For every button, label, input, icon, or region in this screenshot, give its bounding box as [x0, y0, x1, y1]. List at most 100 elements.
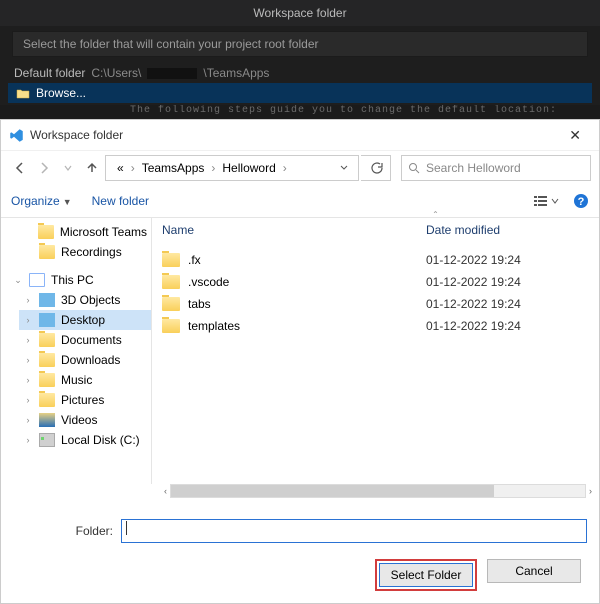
chevron-right-icon: ›	[211, 161, 215, 175]
folder-icon	[162, 275, 180, 289]
sidebar-item-label: 3D Objects	[61, 293, 120, 307]
sidebar-item-recordings[interactable]: Recordings	[19, 242, 151, 262]
folder-icon	[38, 225, 54, 239]
folder-icon	[162, 297, 180, 311]
sidebar-item-label: Recordings	[61, 245, 122, 259]
svg-text:?: ?	[578, 196, 585, 208]
breadcrumb-teamsapps[interactable]: TeamsApps	[139, 160, 208, 176]
search-input[interactable]: Search Helloword	[401, 155, 591, 181]
column-header-name[interactable]: Name	[162, 223, 422, 237]
sidebar-item-localdisk[interactable]: ›Local Disk (C:)	[19, 430, 151, 450]
file-date: 01-12-2022 19:24	[426, 297, 521, 311]
horizontal-scrollbar[interactable]: ‹ ›	[1, 484, 599, 501]
organize-menu[interactable]: Organize▼	[11, 194, 72, 208]
downloads-icon	[39, 353, 55, 367]
vscode-bg-text: The following steps guide you to change …	[0, 105, 600, 119]
folder-name-input[interactable]	[121, 519, 587, 543]
folder-row[interactable]: .fx 01-12-2022 19:24	[152, 249, 599, 271]
sidebar-item-label: Downloads	[61, 353, 120, 367]
videos-icon	[39, 413, 55, 427]
view-options-button[interactable]	[533, 194, 559, 208]
sidebar-item-documents[interactable]: ›Documents	[19, 330, 151, 350]
sidebar-item-thispc[interactable]: ⌄This PC	[9, 270, 151, 290]
folder-row[interactable]: tabs 01-12-2022 19:24	[152, 293, 599, 315]
sidebar-item-downloads[interactable]: ›Downloads	[19, 350, 151, 370]
folder-field-label: Folder:	[13, 524, 113, 538]
sidebar-item-label: Microsoft Teams	[60, 225, 147, 239]
sidebar-item-label: This PC	[51, 273, 94, 287]
vscode-prompt: Select the folder that will contain your…	[12, 31, 588, 57]
sidebar-item-label: Videos	[61, 413, 97, 427]
default-folder-row[interactable]: Default folder C:\Users\ \TeamsApps	[0, 63, 600, 83]
nav-back-button[interactable]	[9, 157, 31, 179]
nav-forward-button[interactable]	[33, 157, 55, 179]
sidebar-item-label: Desktop	[61, 313, 105, 327]
sidebar-item-music[interactable]: ›Music	[19, 370, 151, 390]
dialog-title: Workspace folder	[30, 128, 123, 142]
redacted-segment	[147, 68, 197, 79]
file-date: 01-12-2022 19:24	[426, 275, 521, 289]
sidebar-item-label: Local Disk (C:)	[61, 433, 140, 447]
file-date: 01-12-2022 19:24	[426, 319, 521, 333]
address-dropdown[interactable]	[334, 164, 354, 172]
sidebar-item-label: Music	[61, 373, 92, 387]
scroll-left-button[interactable]: ‹	[161, 486, 170, 496]
file-list[interactable]: ⌃ Name Date modified .fx01-12-2022 19:24…	[152, 218, 599, 484]
documents-icon	[39, 333, 55, 347]
chevron-right-icon: ›	[283, 161, 287, 175]
breadcrumb-overflow[interactable]: «	[114, 160, 127, 176]
vscode-titlebar: Workspace folder	[0, 0, 600, 26]
search-icon	[408, 162, 420, 174]
dialog-titlebar: Workspace folder ✕	[1, 120, 599, 150]
scrollbar-thumb[interactable]	[171, 485, 494, 497]
music-icon	[39, 373, 55, 387]
folder-icon	[162, 253, 180, 267]
file-name: .vscode	[188, 275, 229, 289]
pictures-icon	[39, 393, 55, 407]
sidebar-item-3dobjects[interactable]: ›3D Objects	[19, 290, 151, 310]
sort-indicator: ⌃	[272, 210, 599, 219]
default-folder-path-suffix: \TeamsApps	[203, 66, 269, 80]
default-folder-path-prefix: C:\Users\	[91, 66, 141, 80]
select-folder-highlight: Select Folder	[375, 559, 477, 591]
chevron-right-icon: ›	[131, 161, 135, 175]
pc-icon	[29, 273, 45, 287]
default-folder-label: Default folder	[14, 66, 85, 80]
drive-icon	[39, 433, 55, 447]
3d-icon	[39, 293, 55, 307]
desktop-icon	[39, 313, 55, 327]
help-button[interactable]: ?	[573, 193, 589, 209]
address-bar[interactable]: « › TeamsApps › Helloword ›	[105, 155, 359, 181]
file-name: tabs	[188, 297, 211, 311]
sidebar-item-label: Documents	[61, 333, 122, 347]
folder-row[interactable]: .vscode 01-12-2022 19:24	[152, 271, 599, 293]
sidebar-item-desktop[interactable]: ›Desktop	[19, 310, 151, 330]
scroll-right-button[interactable]: ›	[586, 486, 595, 496]
browse-label: Browse...	[36, 86, 86, 100]
sidebar-item-msteams[interactable]: Microsoft Teams	[19, 222, 151, 242]
select-folder-button[interactable]: Select Folder	[379, 563, 473, 587]
folder-icon	[162, 319, 180, 333]
folder-icon	[39, 245, 55, 259]
vscode-title: Workspace folder	[253, 6, 346, 20]
sidebar-tree[interactable]: Microsoft Teams Recordings ⌄This PC ›3D …	[1, 218, 151, 484]
sidebar-item-pictures[interactable]: ›Pictures	[19, 390, 151, 410]
nav-recent-button[interactable]	[57, 157, 79, 179]
folder-icon	[16, 88, 30, 99]
refresh-button[interactable]	[361, 155, 391, 181]
sidebar-item-videos[interactable]: ›Videos	[19, 410, 151, 430]
breadcrumb-helloword[interactable]: Helloword	[219, 160, 278, 176]
column-header-date[interactable]: Date modified	[426, 223, 589, 237]
new-folder-button[interactable]: New folder	[92, 194, 149, 208]
browse-row[interactable]: Browse...	[8, 83, 592, 103]
file-dialog: Workspace folder ✕ « › TeamsApps › Hello…	[0, 119, 600, 604]
file-name: templates	[188, 319, 240, 333]
folder-row[interactable]: templates 01-12-2022 19:24	[152, 315, 599, 337]
close-button[interactable]: ✕	[559, 123, 591, 148]
nav-up-button[interactable]	[81, 157, 103, 179]
vscode-icon	[9, 128, 24, 143]
search-placeholder: Search Helloword	[426, 161, 521, 175]
file-name: .fx	[188, 253, 201, 267]
sidebar-item-label: Pictures	[61, 393, 104, 407]
file-date: 01-12-2022 19:24	[426, 253, 521, 267]
